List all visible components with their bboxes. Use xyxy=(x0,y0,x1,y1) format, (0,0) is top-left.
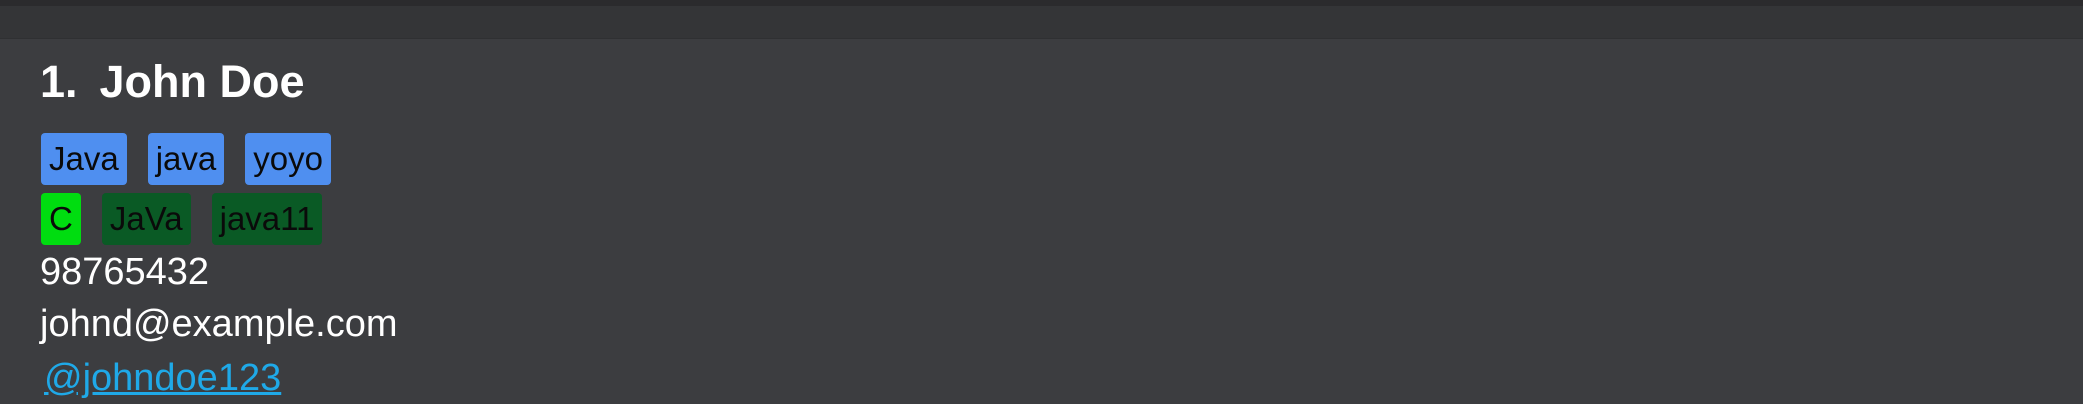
header-strip xyxy=(0,6,2083,39)
email-address: johnd@example.com xyxy=(40,303,398,345)
tag-java: Java xyxy=(41,133,127,185)
person-name: John Doe xyxy=(99,56,305,107)
person-title: 1. John Doe xyxy=(40,59,305,104)
person-index: 1. xyxy=(40,56,78,107)
tag-java-mixed-case: JaVa xyxy=(101,193,191,245)
primary-tag-list: Java java yoyo xyxy=(41,133,331,185)
social-handle-link[interactable]: @johndoe123 xyxy=(44,359,281,397)
phone-number: 98765432 xyxy=(40,251,210,293)
tag-java11: java11 xyxy=(211,193,323,245)
tag-yoyo: yoyo xyxy=(245,133,331,185)
person-card[interactable]: 1. John Doe Java java yoyo C JaVa java11 … xyxy=(0,39,2083,404)
tag-java-lowercase: java xyxy=(147,133,225,185)
secondary-tag-list: C JaVa java11 xyxy=(41,193,323,245)
tag-c: C xyxy=(41,193,81,245)
